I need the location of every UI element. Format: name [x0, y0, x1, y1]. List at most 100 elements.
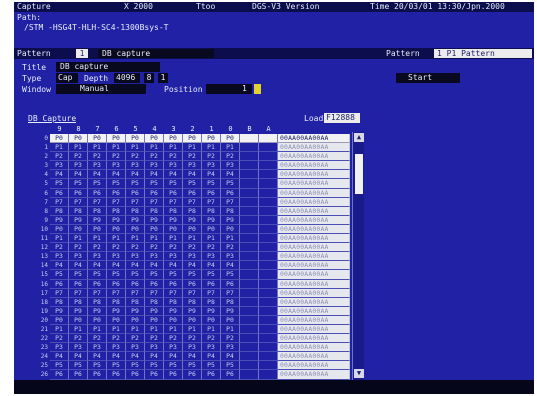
- table-cell[interactable]: [259, 261, 278, 271]
- table-cell[interactable]: P3: [164, 252, 183, 262]
- table-cell[interactable]: P4: [202, 352, 221, 362]
- table-cell[interactable]: P5: [50, 361, 69, 371]
- table-cell[interactable]: P5: [107, 270, 126, 280]
- table-cell[interactable]: P5: [164, 179, 183, 189]
- table-cell[interactable]: P6: [126, 370, 145, 380]
- table-cell[interactable]: P8: [126, 206, 145, 216]
- table-cell[interactable]: [240, 188, 259, 198]
- table-cell[interactable]: P5: [126, 361, 145, 371]
- table-cell[interactable]: P7: [164, 288, 183, 298]
- table-cell[interactable]: P3: [88, 252, 107, 262]
- table-cell[interactable]: [240, 197, 259, 207]
- table-cell[interactable]: P7: [145, 288, 164, 298]
- table-cell[interactable]: P4: [183, 352, 202, 362]
- table-cell[interactable]: P4: [88, 261, 107, 271]
- table-cell[interactable]: P2: [221, 152, 240, 162]
- table-cell[interactable]: P3: [202, 161, 221, 171]
- table-cell[interactable]: P3: [69, 343, 88, 353]
- table-cell[interactable]: [240, 361, 259, 371]
- table-cell[interactable]: [259, 143, 278, 153]
- table-cell[interactable]: P0: [202, 134, 221, 144]
- table-cell[interactable]: P9: [164, 215, 183, 225]
- data-cell[interactable]: 00AA00AA00AA: [278, 261, 350, 271]
- table-cell[interactable]: P2: [183, 243, 202, 253]
- table-cell[interactable]: [240, 161, 259, 171]
- table-cell[interactable]: P0: [126, 134, 145, 144]
- table-cell[interactable]: P6: [221, 370, 240, 380]
- table-cell[interactable]: P1: [202, 324, 221, 335]
- table-cell[interactable]: P6: [164, 188, 183, 198]
- table-cell[interactable]: P4: [126, 261, 145, 271]
- table-cell[interactable]: P4: [126, 352, 145, 362]
- table-cell[interactable]: P7: [69, 288, 88, 298]
- table-cell[interactable]: P3: [183, 252, 202, 262]
- table-cell[interactable]: P2: [145, 243, 164, 253]
- scroll-thumb[interactable]: [355, 154, 363, 194]
- table-cell[interactable]: [240, 261, 259, 271]
- type-field[interactable]: Cap: [56, 73, 78, 83]
- table-cell[interactable]: P5: [202, 179, 221, 189]
- table-cell[interactable]: [240, 315, 259, 325]
- table-cell[interactable]: P1: [164, 143, 183, 153]
- table-cell[interactable]: P9: [69, 306, 88, 316]
- table-cell[interactable]: [240, 234, 259, 244]
- table-cell[interactable]: P6: [88, 188, 107, 198]
- table-cell[interactable]: [259, 224, 278, 235]
- table-cell[interactable]: P2: [69, 334, 88, 344]
- table-cell[interactable]: P5: [145, 361, 164, 371]
- data-cell[interactable]: 00AA00AA00AA: [278, 297, 350, 307]
- table-cell[interactable]: P6: [88, 279, 107, 289]
- table-cell[interactable]: P8: [69, 297, 88, 307]
- table-cell[interactable]: P9: [202, 215, 221, 225]
- table-cell[interactable]: P3: [145, 343, 164, 353]
- table-cell[interactable]: P8: [221, 206, 240, 216]
- data-cell[interactable]: 00AA00AA00AA: [278, 324, 350, 335]
- data-cell[interactable]: 00AA00AA00AA: [278, 306, 350, 316]
- table-cell[interactable]: [240, 370, 259, 380]
- count-field[interactable]: 8: [144, 73, 154, 83]
- table-cell[interactable]: P4: [221, 170, 240, 180]
- table-cell[interactable]: P1: [88, 324, 107, 335]
- table-cell[interactable]: P5: [50, 179, 69, 189]
- table-cell[interactable]: P2: [107, 243, 126, 253]
- table-cell[interactable]: P9: [107, 306, 126, 316]
- table-cell[interactable]: P8: [221, 297, 240, 307]
- data-cell[interactable]: 00AA00AA00AA: [278, 197, 350, 207]
- table-cell[interactable]: P2: [50, 334, 69, 344]
- table-cell[interactable]: P7: [88, 197, 107, 207]
- table-cell[interactable]: P1: [202, 234, 221, 244]
- vertical-scrollbar[interactable]: ▲ ▼: [352, 132, 364, 380]
- data-cell[interactable]: 00AA00AA00AA: [278, 288, 350, 298]
- table-cell[interactable]: P6: [221, 279, 240, 289]
- table-cell[interactable]: P9: [202, 306, 221, 316]
- table-cell[interactable]: P2: [221, 334, 240, 344]
- header-number[interactable]: 1: [76, 49, 88, 58]
- table-cell[interactable]: P2: [126, 152, 145, 162]
- table-cell[interactable]: P6: [183, 188, 202, 198]
- table-cell[interactable]: P5: [145, 179, 164, 189]
- table-cell[interactable]: P4: [164, 170, 183, 180]
- table-cell[interactable]: P1: [202, 143, 221, 153]
- table-cell[interactable]: P6: [107, 370, 126, 380]
- table-cell[interactable]: P5: [69, 179, 88, 189]
- table-cell[interactable]: P0: [88, 134, 107, 144]
- depth-field[interactable]: 4096: [114, 73, 140, 83]
- table-cell[interactable]: P7: [69, 197, 88, 207]
- table-cell[interactable]: P4: [183, 261, 202, 271]
- table-cell[interactable]: P5: [221, 270, 240, 280]
- table-cell[interactable]: P3: [221, 161, 240, 171]
- table-cell[interactable]: P3: [145, 252, 164, 262]
- table-cell[interactable]: P6: [126, 188, 145, 198]
- table-cell[interactable]: P1: [50, 143, 69, 153]
- data-cell[interactable]: 00AA00AA00AA: [278, 334, 350, 344]
- table-cell[interactable]: P1: [50, 324, 69, 335]
- table-cell[interactable]: P3: [145, 161, 164, 171]
- table-cell[interactable]: [259, 234, 278, 244]
- position-field[interactable]: 1: [206, 84, 252, 94]
- table-cell[interactable]: P4: [88, 352, 107, 362]
- table-cell[interactable]: P1: [69, 234, 88, 244]
- table-cell[interactable]: P3: [202, 343, 221, 353]
- data-cell[interactable]: 00AA00AA00AA: [278, 234, 350, 244]
- table-cell[interactable]: P1: [164, 234, 183, 244]
- table-cell[interactable]: P3: [221, 343, 240, 353]
